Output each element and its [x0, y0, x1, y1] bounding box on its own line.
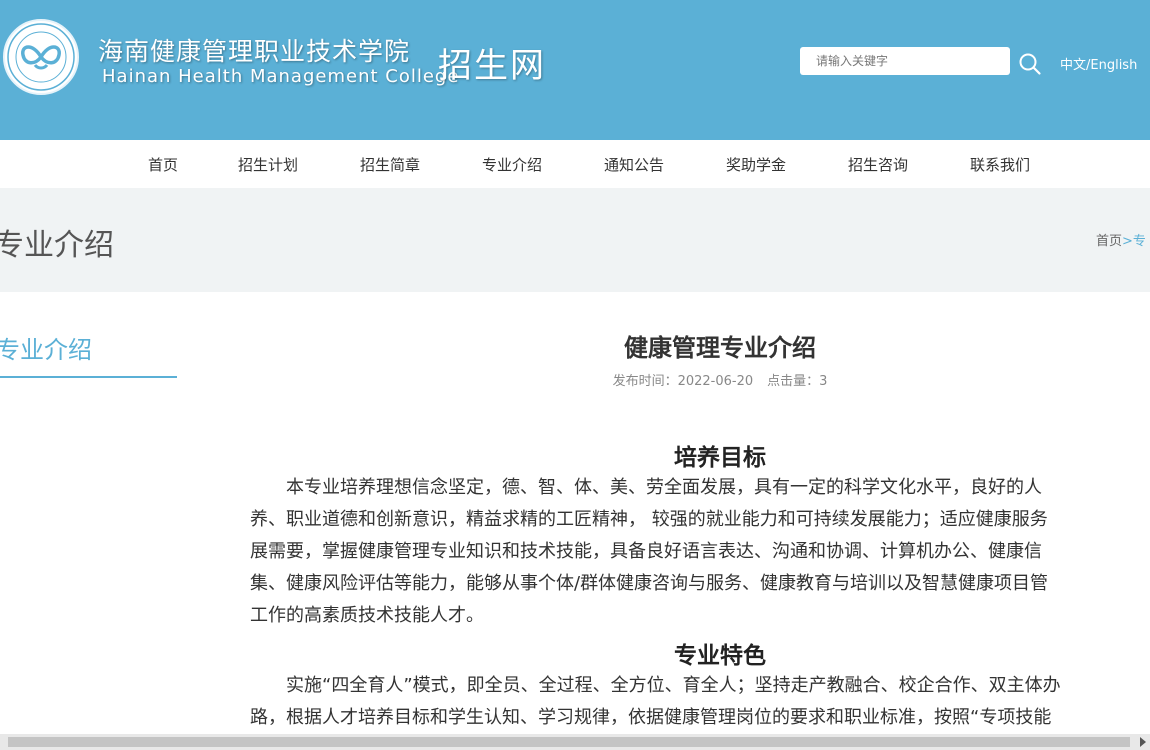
paragraph-line: 养、职业道德和创新意识，精益求精的工匠精神， 较强的就业能力和可持续发展能力；适… — [250, 509, 1048, 530]
section-heading: 培养目标 — [674, 445, 766, 471]
paragraph-line: 工作的高素质技术技能人才。 — [250, 605, 484, 626]
article-meta: 发布时间：2022-06-20 点击量：3 — [520, 370, 920, 389]
language-switch[interactable]: 中文/English — [1060, 54, 1137, 73]
page-banner: 专业介绍 首页>专 — [0, 188, 1150, 292]
site-header: 海南健康管理职业技术学院 Hainan Health Management Co… — [0, 0, 1150, 140]
section-heading: 专业特色 — [674, 643, 766, 669]
school-emblem-icon[interactable] — [3, 19, 79, 95]
main-nav: 首页 招生计划 招生简章 专业介绍 通知公告 奖助学金 招生咨询 联系我们 — [0, 140, 1150, 188]
sidebar-item-majors[interactable]: 专业介绍 — [0, 330, 92, 365]
nav-item-enrollment-plan[interactable]: 招生计划 — [238, 154, 298, 175]
nav-item-scholarships[interactable]: 奖助学金 — [726, 154, 786, 175]
paragraph-line: 本专业培养理想信念坚定，德、智、体、美、劳全面发展，具有一定的科学文化水平，良好… — [250, 477, 1042, 498]
nav-item-home[interactable]: 首页 — [148, 154, 178, 175]
search-icon — [1019, 53, 1041, 75]
school-name-cn[interactable]: 海南健康管理职业技术学院 — [98, 32, 410, 68]
horizontal-scrollbar[interactable] — [0, 734, 1150, 750]
breadcrumb: 首页>专 — [1096, 230, 1146, 249]
section-paragraph: 实施“四全育人”模式，即全员、全过程、全方位、育全人；坚持走产教融合、校企合作、… — [250, 670, 1150, 734]
section-paragraph: 本专业培养理想信念坚定，德、智、体、美、劳全面发展，具有一定的科学文化水平，良好… — [250, 472, 1150, 632]
scroll-right-arrow-icon[interactable] — [1140, 737, 1146, 747]
paragraph-line: 路，根据人才培养目标和学生认知、学习规律，依据健康管理岗位的要求和职业标准，按照… — [250, 707, 1052, 728]
nav-item-majors[interactable]: 专业介绍 — [482, 154, 542, 175]
search-button[interactable] — [1018, 52, 1042, 76]
sidebar-divider — [0, 376, 177, 378]
article-title: 健康管理专业介绍 — [624, 334, 816, 362]
nav-item-notices[interactable]: 通知公告 — [604, 154, 664, 175]
nav-item-contact[interactable]: 联系我们 — [970, 154, 1030, 175]
click-count: 点击量：3 — [767, 374, 828, 389]
site-name: 招生网 — [438, 46, 546, 86]
scrollbar-thumb[interactable] — [8, 737, 1130, 747]
paragraph-line: 集、健康风险评估等能力，能够从事个体/群体健康咨询与服务、健康教育与培训以及智慧… — [250, 573, 1049, 594]
search-input[interactable] — [800, 47, 1010, 75]
breadcrumb-current[interactable]: 专 — [1133, 234, 1146, 249]
nav-item-enrollment-brochure[interactable]: 招生简章 — [360, 154, 420, 175]
page-title: 专业介绍 — [0, 228, 114, 263]
breadcrumb-home[interactable]: 首页 — [1096, 234, 1122, 249]
paragraph-line: 实施“四全育人”模式，即全员、全过程、全方位、育全人；坚持走产教融合、校企合作、… — [250, 675, 1061, 696]
school-name-en[interactable]: Hainan Health Management College — [102, 66, 459, 87]
paragraph-line: 展需要，掌握健康管理专业知识和技术技能，具备良好语言表达、沟通和协调、计算机办公… — [250, 541, 1042, 562]
nav-item-consultation[interactable]: 招生咨询 — [848, 154, 908, 175]
breadcrumb-separator: > — [1122, 234, 1133, 249]
publish-date: 发布时间：2022-06-20 — [612, 374, 754, 389]
